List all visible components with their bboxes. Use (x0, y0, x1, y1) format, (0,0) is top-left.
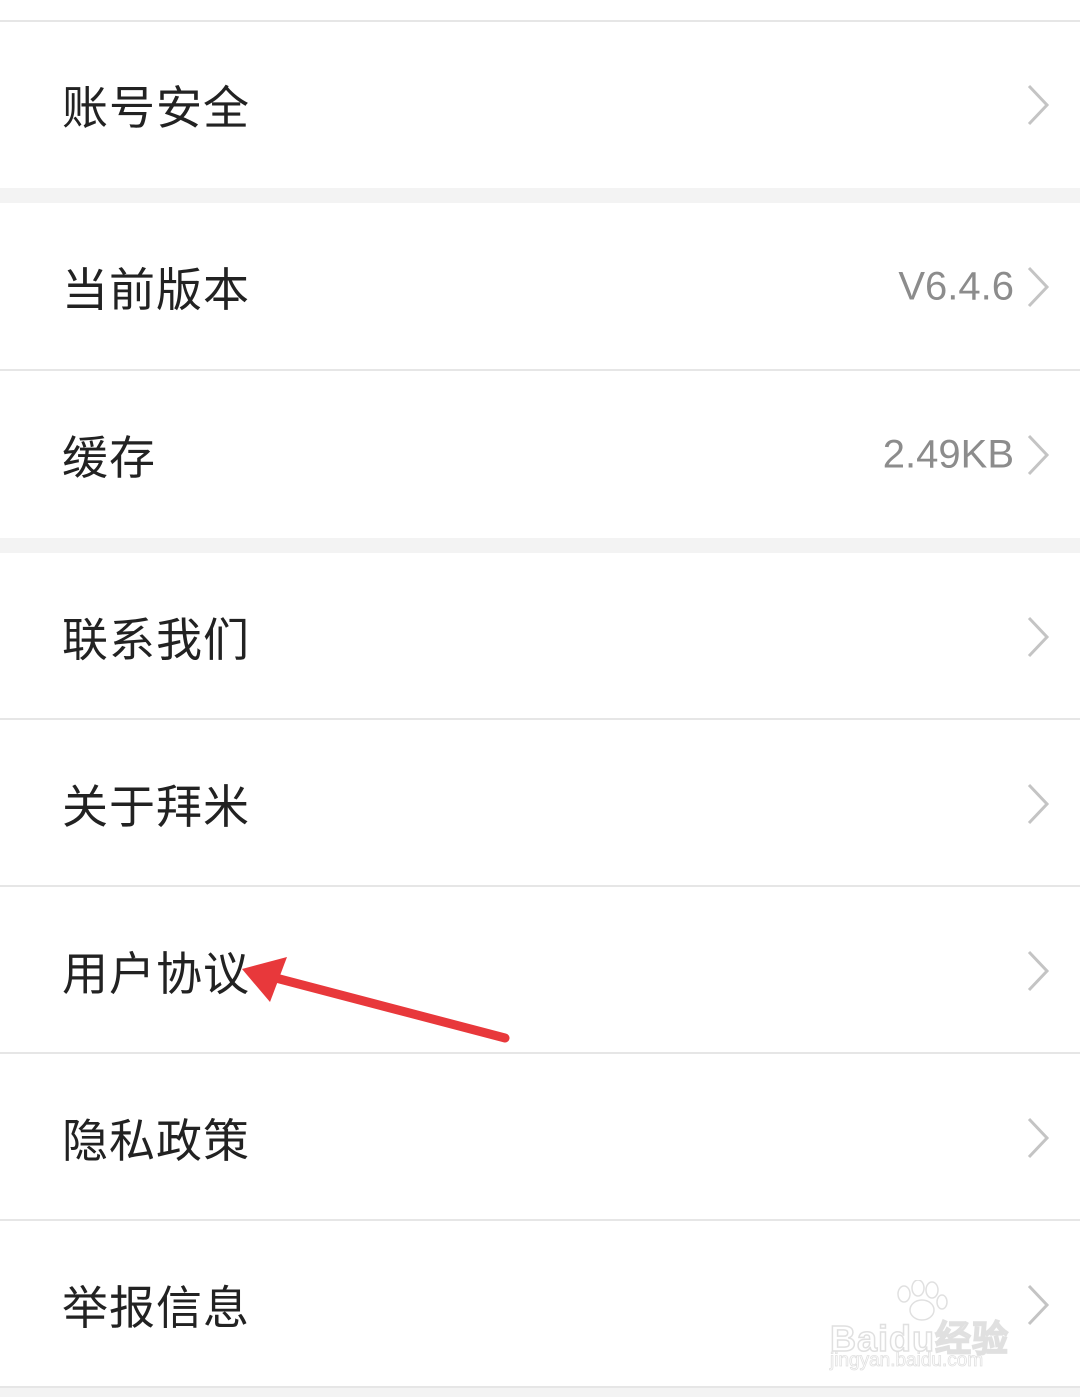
chevron-right-icon (1027, 783, 1050, 824)
settings-item-current-version[interactable]: 当前版本 V6.4.6 (0, 203, 1080, 371)
settings-item-contact-us[interactable]: 联系我们 (0, 553, 1080, 720)
chevron-right-icon (1027, 266, 1050, 308)
settings-item-label: 用户协议 (62, 946, 250, 1001)
chevron-right-icon (1027, 84, 1050, 126)
settings-item-account-security[interactable]: 账号安全 (0, 22, 1080, 188)
settings-item-label: 当前版本 (62, 263, 250, 317)
chevron-right-icon (1027, 1117, 1050, 1158)
version-value: V6.4.6 (898, 264, 1014, 309)
settings-item-about[interactable]: 关于拜米 (0, 720, 1080, 887)
settings-item-label: 举报信息 (62, 1280, 250, 1335)
settings-item-label: 关于拜米 (62, 779, 250, 834)
settings-item-label: 联系我们 (62, 612, 250, 667)
cache-size-value: 2.49KB (882, 432, 1014, 476)
settings-item-cache[interactable]: 缓存 2.49KB (0, 371, 1080, 538)
settings-item-report[interactable]: 举报信息 (0, 1221, 1080, 1388)
chevron-right-icon (1027, 434, 1050, 475)
settings-item-label: 隐私政策 (62, 1113, 250, 1168)
settings-item-user-agreement[interactable]: 用户协议 (0, 887, 1080, 1054)
settings-screen: 账号安全 当前版本 V6.4.6 缓存 2.49KB 联系我们 关于拜米 用户协… (0, 0, 1080, 1397)
chevron-right-icon (1027, 950, 1050, 991)
chevron-right-icon (1027, 616, 1050, 657)
chevron-right-icon (1027, 1284, 1050, 1325)
settings-item-label: 账号安全 (62, 81, 250, 135)
settings-item-label: 缓存 (62, 430, 156, 485)
settings-item-privacy-policy[interactable]: 隐私政策 (0, 1054, 1080, 1221)
previous-row-edge (0, 0, 1080, 22)
